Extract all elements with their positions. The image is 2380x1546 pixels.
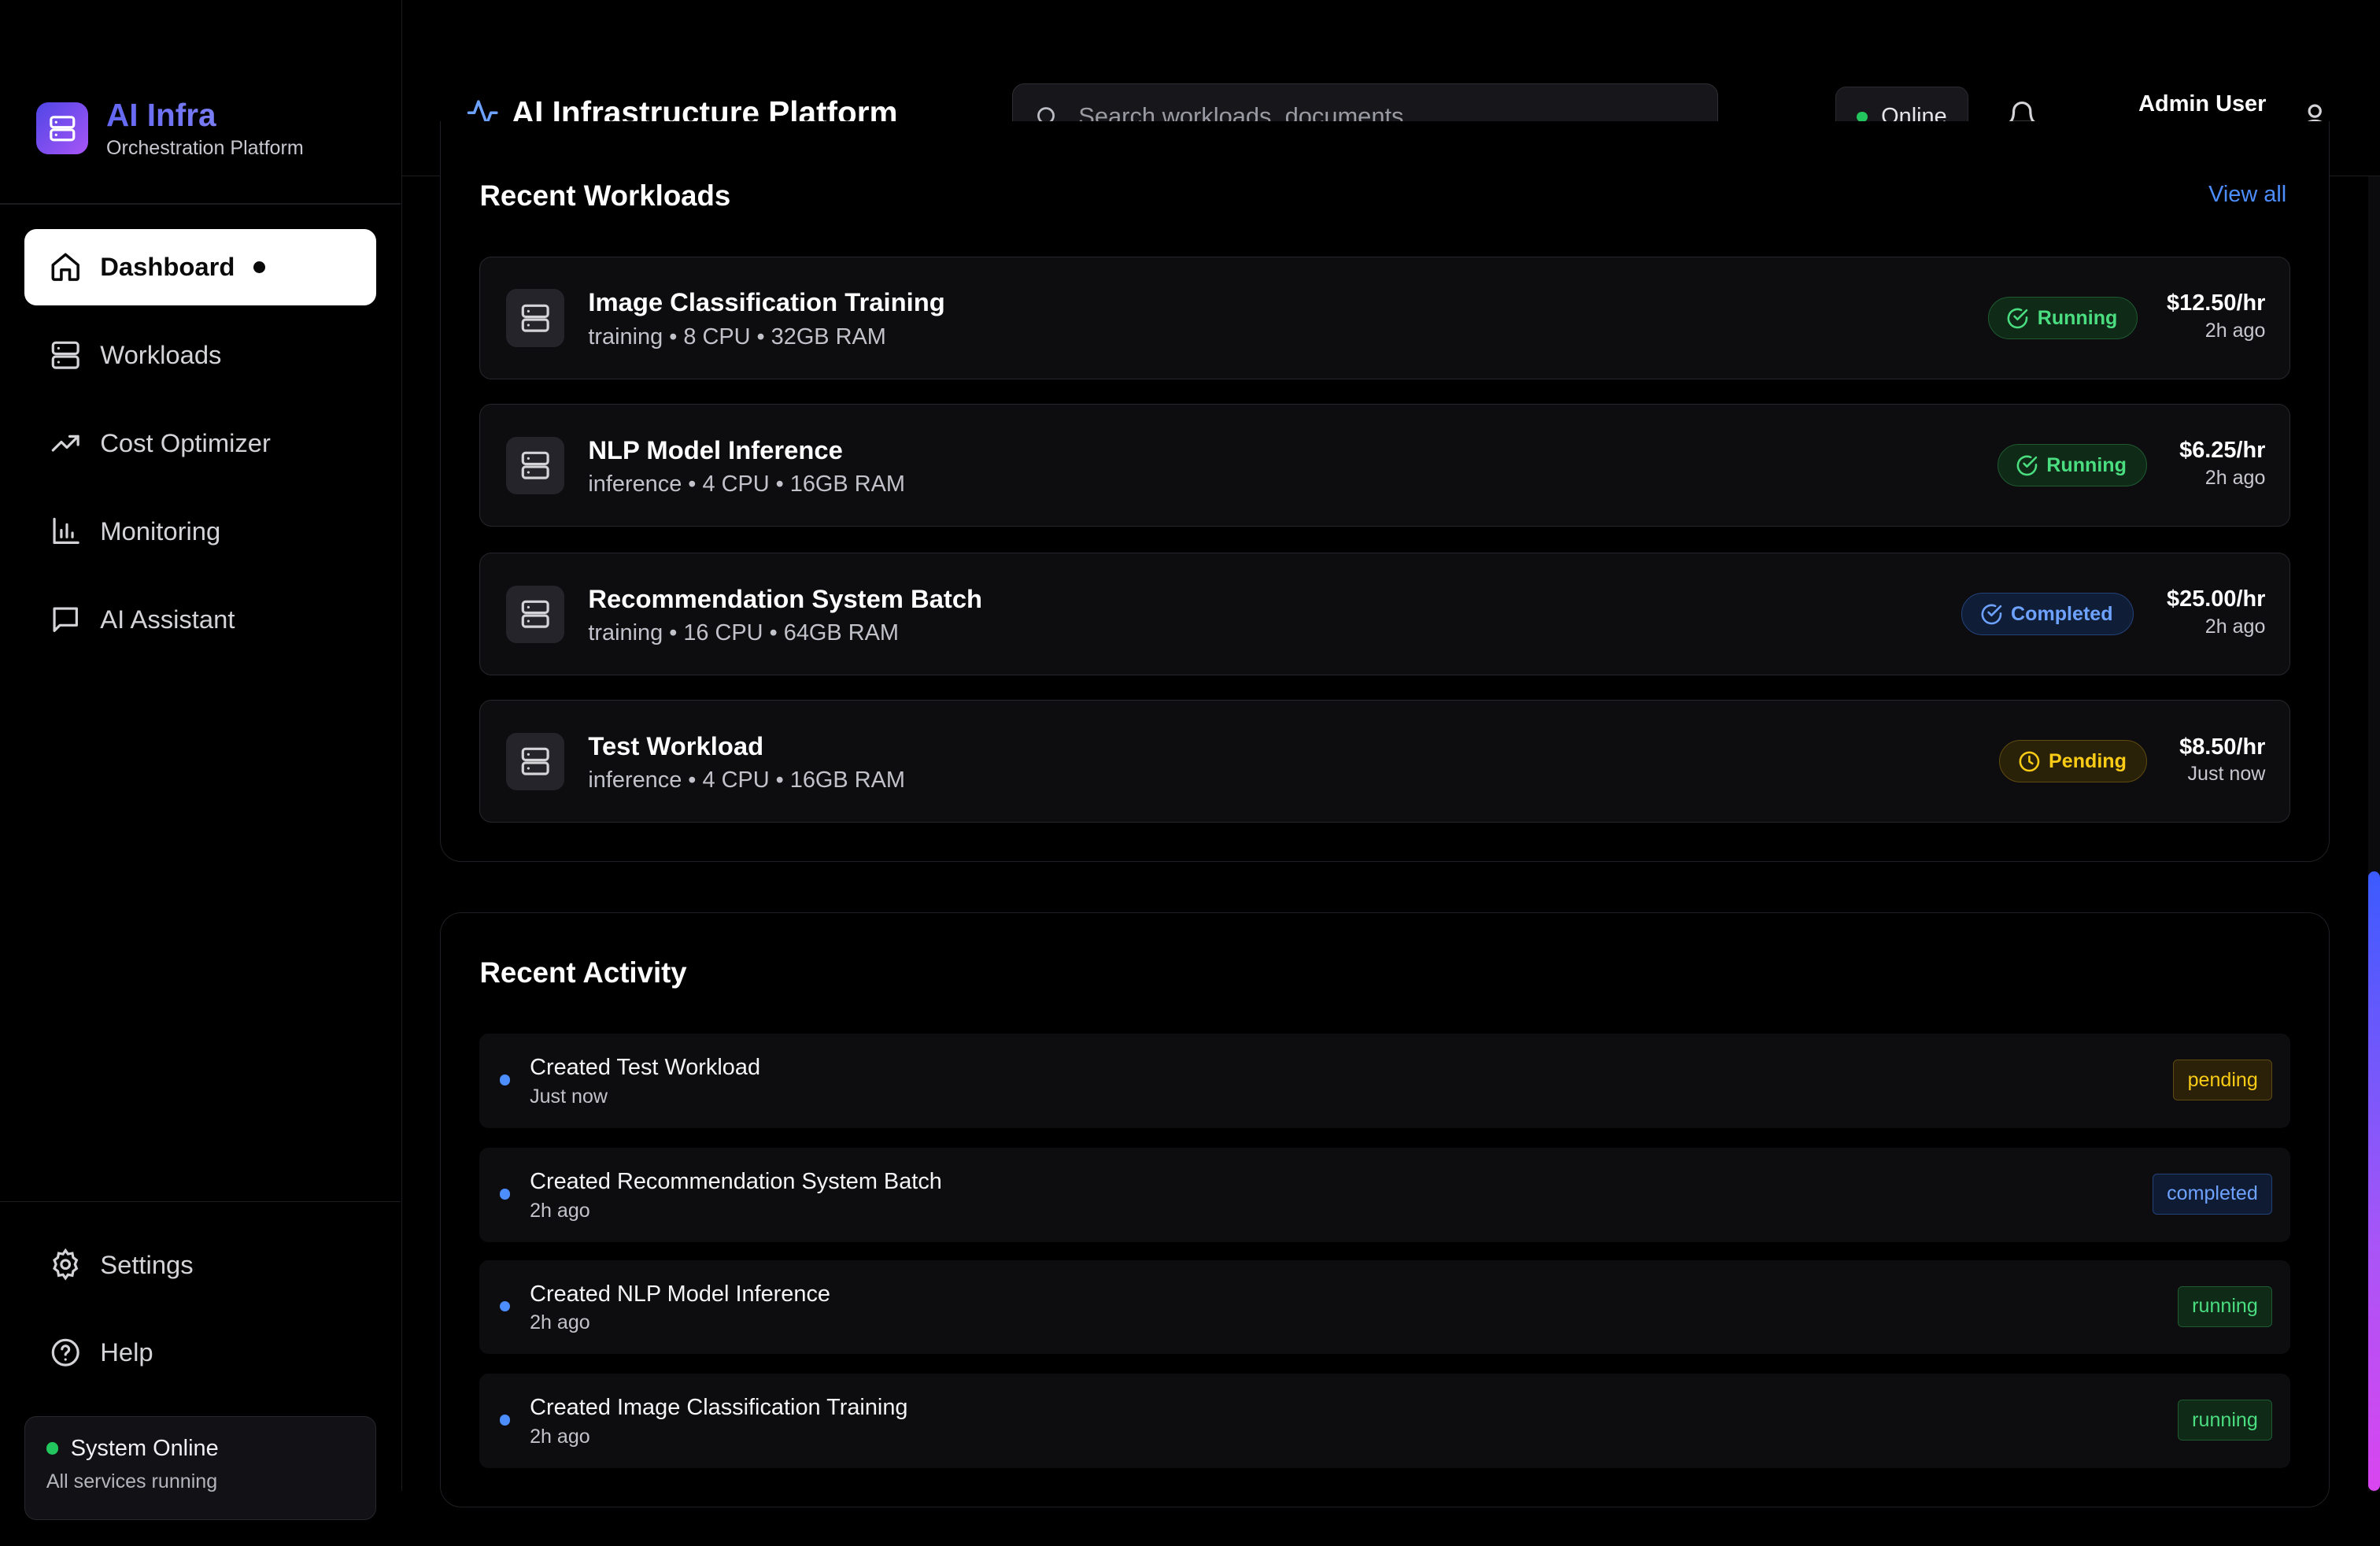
sidebar-item-label: AI Assistant	[100, 604, 235, 634]
brand-title: AI Infra	[106, 97, 304, 133]
activity-item[interactable]: Created Image Classification Training 2h…	[479, 1374, 2291, 1468]
sidebar-item-workloads[interactable]: Workloads	[24, 317, 376, 393]
activity-title: Created Image Classification Training	[530, 1395, 908, 1421]
sidebar-item-label: Dashboard	[100, 252, 235, 282]
sidebar-item-monitoring[interactable]: Monitoring	[24, 494, 376, 569]
home-icon	[49, 250, 82, 283]
workload-name: Test Workload	[588, 730, 764, 760]
workload-cost: $25.00/hr	[2167, 586, 2266, 612]
workload-row[interactable]: NLP Model Inference inference • 4 CPU • …	[479, 404, 2291, 527]
activity-status-badge: pending	[2173, 1060, 2273, 1101]
activity-status-badge: completed	[2152, 1173, 2273, 1215]
status-label: Completed	[2011, 602, 2113, 625]
gear-icon	[49, 1248, 82, 1281]
activity-title: Created Recommendation System Batch	[530, 1169, 942, 1195]
status-label: Pending	[2049, 749, 2127, 772]
status-badge: Completed	[1961, 593, 2134, 636]
sidebar-divider	[0, 1200, 401, 1203]
workload-name: NLP Model Inference	[588, 435, 843, 464]
workload-cost: $8.50/hr	[2179, 734, 2266, 760]
workload-time: Just now	[2187, 763, 2266, 786]
sidebar-item-label: Monitoring	[100, 516, 221, 546]
system-status-subtitle: All services running	[46, 1470, 218, 1493]
workload-meta: inference • 4 CPU • 16GB RAM	[588, 471, 905, 497]
sidebar-item-settings[interactable]: Settings	[24, 1226, 376, 1302]
status-badge: Running	[1988, 297, 2138, 340]
recent-workloads-title: Recent Workloads	[479, 179, 731, 212]
message-square-icon	[49, 603, 82, 636]
activity-dot	[499, 1074, 510, 1086]
clock-icon	[2017, 749, 2042, 774]
status-label: Running	[2037, 306, 2118, 329]
sidebar-item-ai-assistant[interactable]: AI Assistant	[24, 582, 376, 657]
activity-dot	[499, 1415, 510, 1426]
sidebar-item-label: Cost Optimizer	[100, 428, 271, 458]
sidebar-nav: Dashboard Workloads Cost Optimizer Monit…	[24, 229, 377, 669]
sidebar-item-help[interactable]: Help	[24, 1315, 376, 1390]
sidebar-divider	[0, 203, 401, 205]
activity-item[interactable]: Created Test Workload Just now pending	[479, 1034, 2291, 1128]
workload-meta: inference • 4 CPU • 16GB RAM	[588, 767, 905, 793]
sidebar-item-label: Help	[100, 1337, 153, 1367]
activity-status-badge: running	[2177, 1285, 2273, 1327]
sidebar-item-cost-optimizer[interactable]: Cost Optimizer	[24, 405, 376, 481]
scrollbar-thumb[interactable]	[2367, 871, 2380, 1491]
activity-time: 2h ago	[530, 1425, 590, 1448]
server-icon	[49, 338, 82, 372]
activity-dot	[499, 1300, 510, 1312]
help-circle-icon	[49, 1336, 82, 1369]
brand-subtitle: Orchestration Platform	[105, 136, 304, 159]
trending-up-icon	[49, 427, 82, 460]
workload-cost: $6.25/hr	[2179, 438, 2266, 464]
activity-title: Created Test Workload	[530, 1055, 761, 1081]
sidebar-item-label: Workloads	[100, 340, 222, 370]
view-all-link[interactable]: View all	[2208, 182, 2286, 208]
workload-time: 2h ago	[2204, 320, 2266, 342]
status-badge: Running	[1997, 444, 2147, 487]
sidebar-item-dashboard[interactable]: Dashboard	[24, 229, 377, 305]
activity-item[interactable]: Created Recommendation System Batch 2h a…	[479, 1148, 2291, 1242]
sidebar-bottom-nav: Settings Help	[24, 1226, 376, 1403]
server-logo-icon	[36, 102, 88, 154]
sidebar: AI Infra Orchestration Platform Dashboar…	[0, 0, 403, 1520]
workload-meta: training • 8 CPU • 32GB RAM	[588, 324, 886, 350]
system-status-title: System Online	[70, 1435, 219, 1461]
check-circle-icon	[2005, 306, 2030, 331]
server-icon	[506, 585, 564, 643]
status-dot	[46, 1442, 59, 1455]
activity-time: 2h ago	[530, 1311, 590, 1334]
workload-row[interactable]: Test Workload inference • 4 CPU • 16GB R…	[479, 700, 2291, 823]
bar-chart-icon	[49, 515, 82, 548]
server-icon	[506, 289, 564, 347]
workload-cost: $12.50/hr	[2167, 290, 2266, 316]
workload-time: 2h ago	[2204, 467, 2266, 490]
server-icon	[506, 436, 564, 494]
brand[interactable]: AI Infra Orchestration Platform	[36, 97, 304, 159]
workload-row[interactable]: Recommendation System Batch training • 1…	[479, 553, 2291, 676]
workload-name: Recommendation System Batch	[588, 583, 983, 613]
sidebar-item-label: Settings	[100, 1249, 194, 1279]
activity-time: Just now	[530, 1085, 608, 1108]
activity-time: 2h ago	[530, 1199, 590, 1222]
status-dot	[1857, 111, 1868, 123]
check-circle-icon	[1979, 602, 2004, 627]
workload-meta: training • 16 CPU • 64GB RAM	[588, 620, 899, 645]
workload-row[interactable]: Image Classification Training training •…	[479, 256, 2291, 380]
recent-activity-title: Recent Activity	[479, 956, 687, 989]
workload-name: Image Classification Training	[588, 287, 945, 317]
system-status-card: System Online All services running	[24, 1416, 377, 1520]
status-badge: Pending	[1999, 740, 2147, 783]
active-indicator-dot	[253, 261, 265, 274]
activity-item[interactable]: Created NLP Model Inference 2h ago runni…	[479, 1259, 2291, 1355]
workload-time: 2h ago	[2204, 616, 2266, 638]
activity-dot	[499, 1189, 510, 1200]
activity-status-badge: running	[2177, 1400, 2273, 1441]
user-name: Admin User	[2138, 91, 2267, 117]
activity-title: Created NLP Model Inference	[530, 1281, 830, 1307]
check-circle-icon	[2015, 453, 2039, 478]
server-icon	[506, 732, 564, 790]
status-label: Running	[2046, 453, 2127, 476]
